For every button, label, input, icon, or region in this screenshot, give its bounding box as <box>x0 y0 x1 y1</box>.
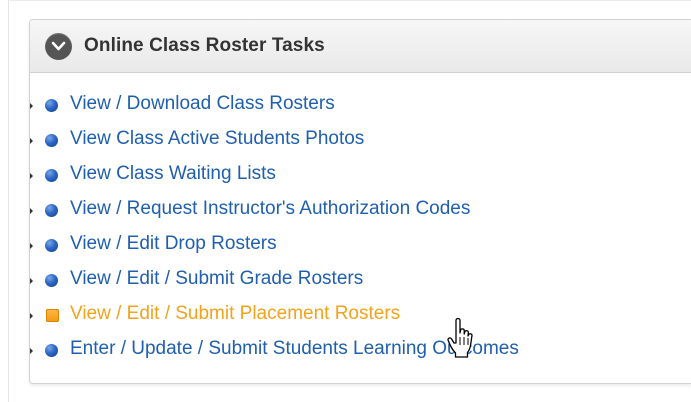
panel-title: Online Class Roster Tasks <box>84 35 325 56</box>
blue-bullet-icon <box>45 274 58 287</box>
list-marker-icon <box>30 313 33 319</box>
task-item-download-rosters: View / Download Class Rosters <box>30 93 660 128</box>
list-marker-icon <box>30 278 33 284</box>
blue-bullet-icon <box>45 134 58 147</box>
blue-bullet-icon <box>45 204 58 217</box>
task-item-drop-rosters: View / Edit Drop Rosters <box>30 233 660 268</box>
task-link-authorization-codes[interactable]: View / Request Instructor's Authorizatio… <box>70 198 470 220</box>
task-link-drop-rosters[interactable]: View / Edit Drop Rosters <box>70 233 277 255</box>
task-list: View / Download Class Rosters View Class… <box>30 93 660 373</box>
task-link-download-rosters[interactable]: View / Download Class Rosters <box>70 93 335 115</box>
task-link-students-photos[interactable]: View Class Active Students Photos <box>70 128 364 150</box>
chevron-down-icon[interactable] <box>45 33 72 60</box>
list-marker-icon <box>30 348 33 354</box>
roster-tasks-panel: Online Class Roster Tasks View / Downloa… <box>29 19 691 384</box>
list-marker-icon <box>30 243 33 249</box>
task-item-authorization-codes: View / Request Instructor's Authorizatio… <box>30 198 660 233</box>
task-link-waiting-lists[interactable]: View Class Waiting Lists <box>70 163 276 185</box>
task-link-grade-rosters[interactable]: View / Edit / Submit Grade Rosters <box>70 268 363 290</box>
blue-bullet-icon <box>45 169 58 182</box>
task-link-placement-rosters[interactable]: View / Edit / Submit Placement Rosters <box>70 303 400 325</box>
blue-bullet-icon <box>45 99 58 112</box>
task-item-learning-outcomes: Enter / Update / Submit Students Learnin… <box>30 338 660 373</box>
blue-bullet-icon <box>45 344 58 357</box>
task-item-grade-rosters: View / Edit / Submit Grade Rosters <box>30 268 660 303</box>
orange-square-icon <box>46 309 59 322</box>
list-marker-icon <box>30 103 33 109</box>
panel-header[interactable]: Online Class Roster Tasks <box>30 20 691 73</box>
list-marker-icon <box>30 138 33 144</box>
list-marker-icon <box>30 208 33 214</box>
task-item-placement-rosters: View / Edit / Submit Placement Rosters <box>30 303 660 338</box>
blue-bullet-icon <box>45 239 58 252</box>
list-marker-icon <box>30 173 33 179</box>
task-link-learning-outcomes[interactable]: Enter / Update / Submit Students Learnin… <box>70 338 519 360</box>
task-item-students-photos: View Class Active Students Photos <box>30 128 660 163</box>
page: Online Class Roster Tasks View / Downloa… <box>0 0 691 402</box>
task-item-waiting-lists: View Class Waiting Lists <box>30 163 660 198</box>
